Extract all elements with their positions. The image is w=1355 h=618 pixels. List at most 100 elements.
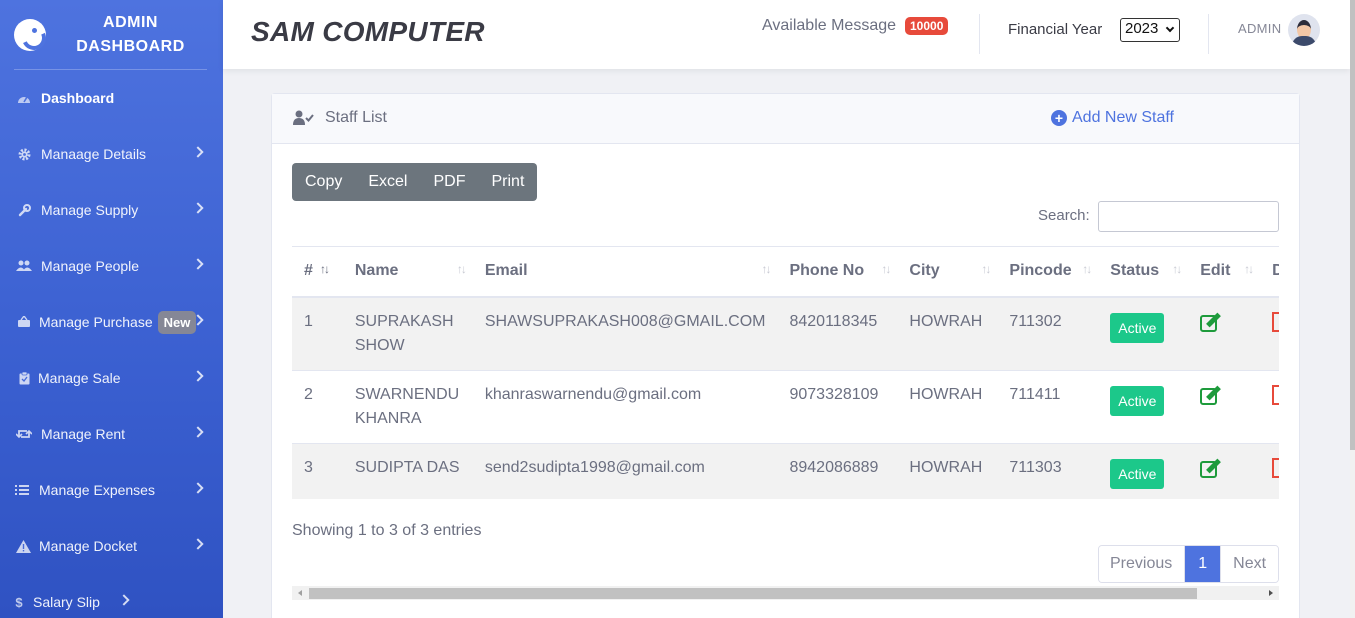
chevron-right-icon	[192, 538, 204, 550]
page-scrollbar[interactable]	[1350, 0, 1355, 618]
sidebar-divider	[14, 69, 207, 70]
sidebar-item-manage-details[interactable]: Manaage Details	[0, 134, 223, 174]
dollar-icon: $	[15, 594, 23, 610]
column-header-phone[interactable]: Phone No ↑↓	[777, 246, 898, 298]
pdf-button[interactable]: PDF	[420, 163, 478, 201]
edit-icon[interactable]	[1200, 458, 1222, 478]
scroll-right-arrow-icon[interactable]	[1269, 590, 1273, 596]
cell-city: HOWRAH	[897, 443, 998, 499]
list-icon	[14, 483, 30, 497]
page-scrollbar-thumb[interactable]	[1350, 0, 1355, 450]
cell-email: khanraswarnendu@gmail.com	[472, 370, 778, 444]
column-header-status[interactable]: Status ↑↓	[1098, 246, 1189, 298]
cell-email: SHAWSUPRAKASH008@GMAIL.COM	[472, 296, 778, 371]
clipboard-icon	[16, 371, 32, 385]
search-input[interactable]	[1098, 201, 1279, 232]
copy-button[interactable]: Copy	[292, 163, 355, 201]
sidebar-item-manage-purchase[interactable]: Manage Purchase New	[0, 302, 223, 342]
column-header-edit[interactable]: Edit ↑↓	[1188, 246, 1261, 298]
sidebar-item-manage-people[interactable]: Manage People	[0, 246, 223, 286]
table-info: Showing 1 to 3 of 3 entries	[292, 522, 482, 539]
chevron-right-icon	[192, 370, 204, 382]
company-name: SAM COMPUTER	[251, 16, 485, 47]
gear-icon	[16, 147, 32, 161]
tachometer-icon	[16, 91, 32, 105]
topbar: SAM COMPUTER Available Message 10000 Fin…	[223, 0, 1350, 69]
sidebar-brand[interactable]: ADMIN DASHBOARD	[0, 0, 223, 70]
table-row: 2 SWARNENDU KHANRA khanraswarnendu@gmail…	[292, 370, 1279, 444]
edit-icon[interactable]	[1200, 385, 1222, 405]
financial-year-select[interactable]: 2023	[1120, 18, 1180, 42]
cell-num: 1	[292, 296, 343, 371]
pagination-next[interactable]: Next	[1220, 546, 1279, 582]
cell-name: SUDIPTA DAS	[342, 443, 473, 499]
sort-icon: ↑↓	[981, 262, 991, 276]
scrollbar-thumb[interactable]	[309, 588, 1197, 599]
sort-icon: ↑↓	[1082, 262, 1092, 276]
brand-logo-icon	[14, 19, 46, 51]
column-header-num[interactable]: # ↑↓	[292, 246, 343, 298]
user-name[interactable]: ADMIN	[1238, 21, 1281, 36]
cell-edit	[1188, 370, 1261, 444]
staff-table-wrapper: # ↑↓ Name ↑↓ Email ↑↓ Phone No ↑↓ City ↑↓ Pin…	[292, 246, 1279, 499]
edit-icon[interactable]	[1200, 312, 1222, 332]
table-header-row: # ↑↓ Name ↑↓ Email ↑↓ Phone No ↑↓ City ↑↓ Pin…	[292, 246, 1279, 298]
staff-list-card: Staff List + Add New Staff Copy Excel PD…	[271, 93, 1300, 618]
trash-icon[interactable]	[1272, 458, 1279, 478]
pagination: Previous 1 Next	[1098, 545, 1280, 583]
cell-phone: 9073328109	[777, 370, 898, 444]
add-new-staff-link[interactable]: + Add New Staff	[1051, 109, 1174, 127]
scroll-left-arrow-icon[interactable]	[298, 590, 302, 596]
cell-status: Active	[1098, 443, 1189, 499]
chevron-right-icon	[192, 482, 204, 494]
cell-status: Active	[1098, 296, 1189, 371]
message-count-badge: 10000	[905, 17, 949, 35]
chevron-down-icon	[1165, 23, 1175, 33]
cell-name: SWARNENDU KHANRA	[342, 370, 473, 444]
plus-circle-icon: +	[1051, 110, 1067, 126]
sidebar-item-manage-docket[interactable]: Manage Docket	[0, 526, 223, 566]
pagination-page-1[interactable]: 1	[1185, 546, 1221, 582]
sidebar-item-manage-expenses[interactable]: Manage Expenses	[0, 470, 223, 510]
available-message-label: Available Message	[762, 17, 897, 34]
table-horizontal-scrollbar[interactable]	[292, 586, 1279, 600]
cell-num: 3	[292, 443, 343, 499]
cell-status: Active	[1098, 370, 1189, 444]
sort-icon: ↑↓	[320, 262, 330, 276]
column-header-pincode[interactable]: Pincode ↑↓	[997, 246, 1099, 298]
chevron-right-icon	[192, 426, 204, 438]
status-badge[interactable]: Active	[1110, 386, 1165, 416]
print-button[interactable]: Print	[478, 163, 537, 201]
sort-icon: ↑↓	[881, 262, 891, 276]
warning-icon	[15, 539, 31, 553]
sidebar-item-manage-sale[interactable]: Manage Sale	[0, 358, 223, 398]
staff-table: # ↑↓ Name ↑↓ Email ↑↓ Phone No ↑↓ City ↑↓ Pin…	[292, 246, 1279, 499]
retweet-icon	[16, 427, 32, 441]
avatar[interactable]	[1288, 14, 1320, 46]
column-header-city[interactable]: City ↑↓	[897, 246, 998, 298]
trash-icon[interactable]	[1272, 385, 1279, 405]
chevron-right-icon	[118, 594, 130, 606]
pagination-previous[interactable]: Previous	[1099, 546, 1186, 582]
cell-edit	[1188, 296, 1261, 371]
column-header-email[interactable]: Email ↑↓	[472, 246, 778, 298]
status-badge[interactable]: Active	[1110, 312, 1165, 343]
cell-delete	[1260, 296, 1279, 371]
cell-city: HOWRAH	[897, 370, 998, 444]
sidebar-item-salary-slip[interactable]: $ Salary Slip	[0, 582, 223, 618]
excel-button[interactable]: Excel	[355, 163, 420, 201]
status-badge[interactable]: Active	[1110, 459, 1165, 489]
table-row: 3 SUDIPTA DAS send2sudipta1998@gmail.com…	[292, 443, 1279, 499]
trash-icon[interactable]	[1272, 311, 1279, 332]
column-header-delete[interactable]: D	[1260, 246, 1279, 298]
sort-icon: ↑↓	[761, 262, 771, 276]
sidebar-item-dashboard[interactable]: Dashboard	[0, 78, 223, 118]
sidebar-item-manage-rent[interactable]: Manage Rent	[0, 414, 223, 454]
cell-phone: 8420118345	[777, 296, 898, 371]
card-header: Staff List + Add New Staff	[272, 94, 1299, 144]
topbar-divider	[979, 14, 980, 54]
column-header-name[interactable]: Name ↑↓	[342, 246, 473, 298]
cell-num: 2	[292, 370, 343, 444]
sidebar-item-manage-supply[interactable]: Manage Supply	[0, 190, 223, 230]
new-badge: New	[157, 310, 197, 334]
